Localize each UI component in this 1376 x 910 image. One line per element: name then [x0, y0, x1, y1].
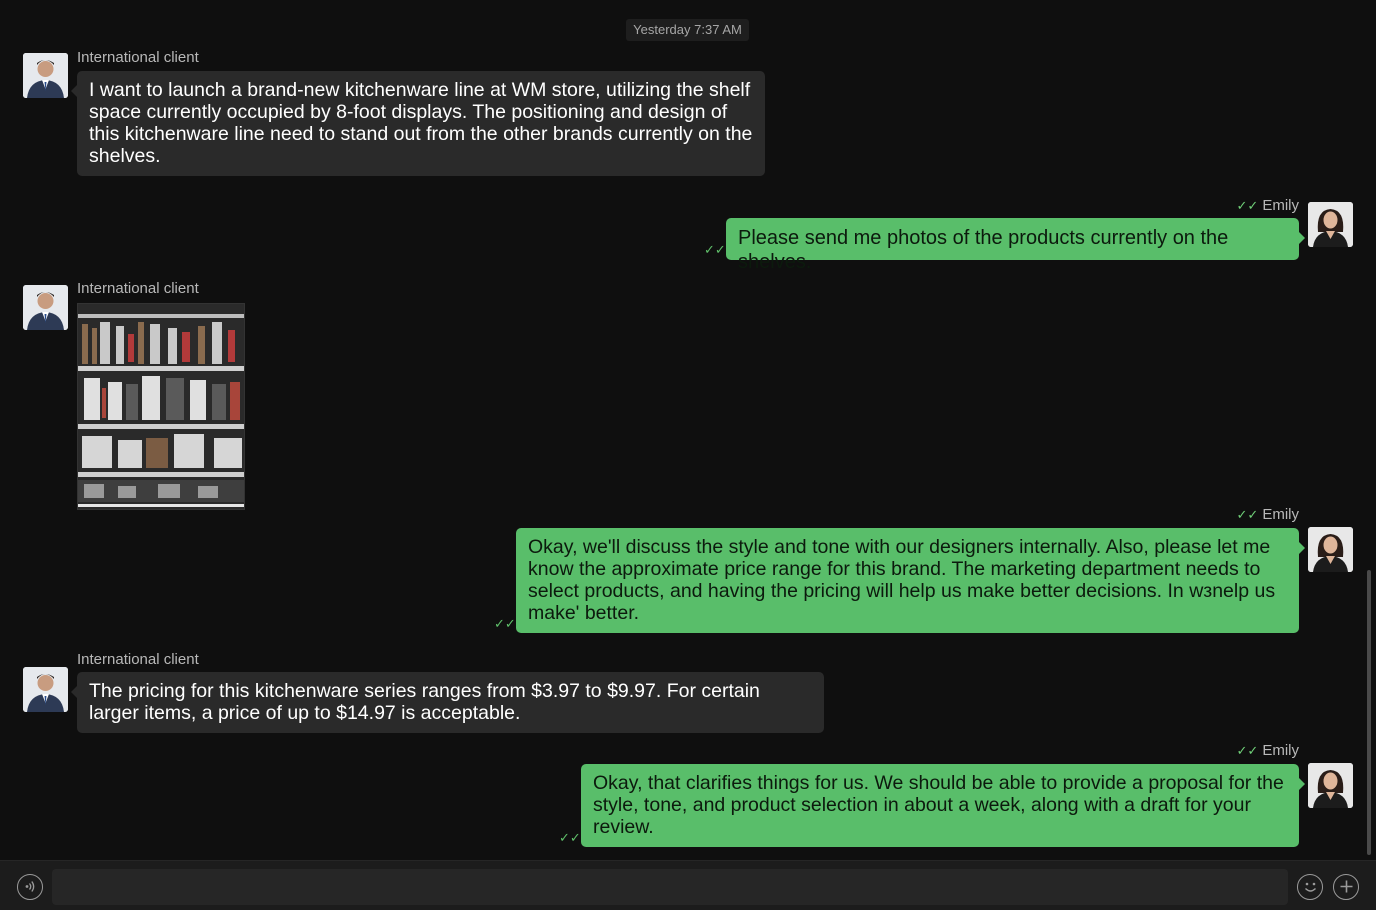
sender-name: International client — [77, 651, 199, 668]
sender-name-self: ✓✓ Emily — [1236, 197, 1299, 214]
chat-panel: Yesterday 7:37 AM International client I… — [0, 0, 1376, 860]
emily-avatar[interactable] — [1308, 763, 1353, 808]
message-bubble-outgoing[interactable]: Okay, we'll discuss the style and tone w… — [516, 528, 1305, 633]
read-check-icon: ✓✓ — [1236, 507, 1259, 522]
client-avatar[interactable] — [23, 667, 68, 712]
message-bubble-outgoing[interactable]: Please send me photos of the products cu… — [726, 218, 1305, 273]
read-check-icon: ✓✓ — [1236, 743, 1259, 758]
read-receipt-icon: ✓✓ — [559, 830, 581, 845]
time-stamp: Yesterday 7:37 AM — [626, 19, 749, 41]
client-avatar[interactable] — [23, 53, 68, 98]
read-receipt-icon: ✓✓ — [704, 242, 726, 257]
sender-name: International client — [77, 280, 199, 297]
plus-icon[interactable] — [1333, 874, 1359, 900]
client-avatar[interactable] — [23, 285, 68, 330]
sender-name: International client — [77, 49, 199, 66]
message-input[interactable] — [52, 869, 1288, 905]
message-bubble-incoming[interactable]: I want to launch a brand-new kitchenware… — [71, 71, 765, 176]
emily-avatar[interactable] — [1308, 202, 1353, 247]
sender-name-self: ✓✓ Emily — [1236, 506, 1299, 523]
sender-name-self: ✓✓ Emily — [1236, 742, 1299, 759]
message-bubble-incoming[interactable]: The pricing for this kitchenware series … — [71, 672, 824, 733]
store-shelf-photo[interactable] — [77, 303, 245, 510]
read-receipt-icon: ✓✓ — [494, 616, 516, 631]
voice-icon[interactable] — [17, 874, 43, 900]
emily-avatar[interactable] — [1308, 527, 1353, 572]
input-bar — [0, 860, 1376, 910]
read-check-icon: ✓✓ — [1236, 198, 1259, 213]
message-bubble-outgoing[interactable]: Okay, that clarifies things for us. We s… — [581, 764, 1305, 847]
scrollbar[interactable] — [1367, 570, 1371, 855]
emoji-icon[interactable] — [1297, 874, 1323, 900]
